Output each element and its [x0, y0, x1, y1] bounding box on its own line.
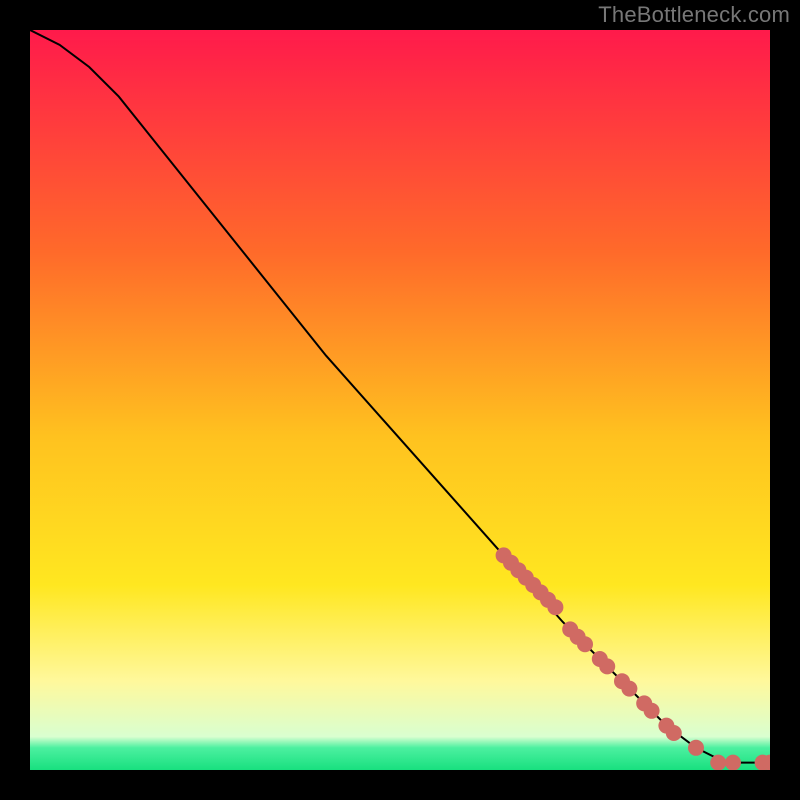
data-point: [621, 681, 637, 697]
data-point: [599, 658, 615, 674]
attribution-text: TheBottleneck.com: [598, 2, 790, 28]
chart-frame: TheBottleneck.com: [0, 0, 800, 800]
data-point: [644, 703, 660, 719]
data-point: [577, 636, 593, 652]
data-point: [666, 725, 682, 741]
data-point: [725, 755, 741, 770]
chart-svg: [30, 30, 770, 770]
data-point: [710, 755, 726, 770]
chart-background: [30, 30, 770, 770]
data-point: [547, 599, 563, 615]
data-point: [688, 740, 704, 756]
plot-area: [30, 30, 770, 770]
